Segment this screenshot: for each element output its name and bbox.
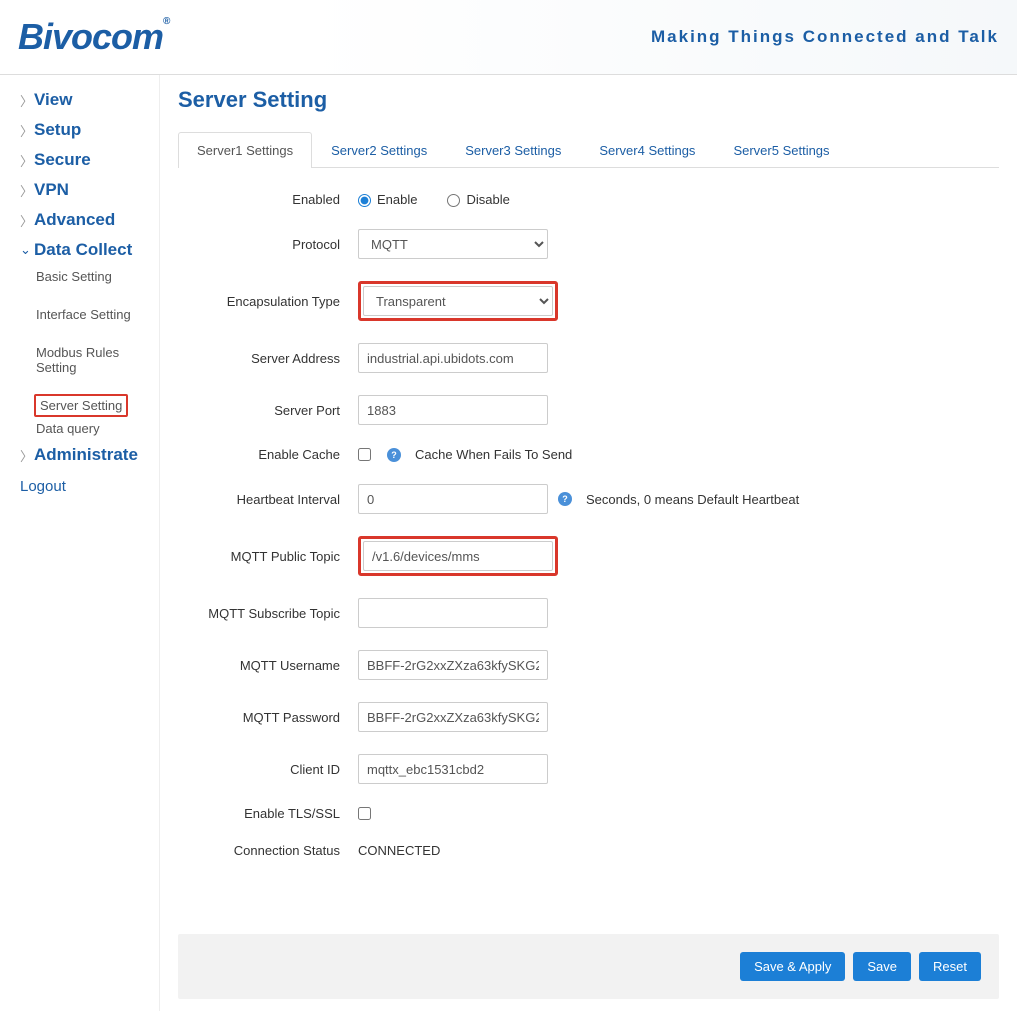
nav-label: Advanced <box>34 210 115 230</box>
nav-advanced[interactable]: 〉Advanced <box>20 205 159 235</box>
nav-label: VPN <box>34 180 69 200</box>
client-id-label: Client ID <box>178 762 358 777</box>
logout-link[interactable]: Logout <box>20 470 159 503</box>
heartbeat-label: Heartbeat Interval <box>178 492 358 507</box>
page-title: Server Setting <box>178 87 999 113</box>
nav-setup[interactable]: 〉Setup <box>20 115 159 145</box>
logo: Bivocom® <box>18 16 169 58</box>
nav-administrate[interactable]: 〉Administrate <box>20 440 159 470</box>
subnav-data-query[interactable]: Data query <box>34 417 159 440</box>
chevron-right-icon: 〉 <box>20 151 34 170</box>
cache-hint: Cache When Fails To Send <box>415 447 572 462</box>
server-addr-input[interactable] <box>358 343 548 373</box>
subnav: Basic Setting Interface Setting Modbus R… <box>20 265 159 440</box>
conn-status-value: CONNECTED <box>358 843 440 858</box>
encap-highlight: Transparent <box>358 281 558 321</box>
subnav-modbus-rules[interactable]: Modbus Rules Setting <box>34 341 159 379</box>
server-port-label: Server Port <box>178 403 358 418</box>
disable-radio[interactable] <box>447 194 460 207</box>
save-apply-button[interactable]: Save & Apply <box>740 952 845 981</box>
nav-data-collect[interactable]: ⌄Data Collect <box>20 235 159 265</box>
enabled-label: Enabled <box>178 192 358 207</box>
header: Bivocom® Making Things Connected and Tal… <box>0 0 1017 75</box>
mqtt-pub-input[interactable] <box>363 541 553 571</box>
tab-server3[interactable]: Server3 Settings <box>446 132 580 168</box>
chevron-down-icon: ⌄ <box>20 242 34 258</box>
enable-cache-checkbox[interactable] <box>358 448 371 461</box>
nav-label: Setup <box>34 120 81 140</box>
mqtt-user-input[interactable] <box>358 650 548 680</box>
disable-option[interactable]: Disable <box>447 192 509 207</box>
client-id-input[interactable] <box>358 754 548 784</box>
server-addr-label: Server Address <box>178 351 358 366</box>
chevron-right-icon: 〉 <box>20 211 34 230</box>
footer-bar: Save & Apply Save Reset <box>178 934 999 999</box>
nav-label: Data Collect <box>34 240 132 260</box>
help-icon[interactable]: ? <box>387 448 401 462</box>
enable-cache-label: Enable Cache <box>178 447 358 462</box>
tls-label: Enable TLS/SSL <box>178 806 358 821</box>
mqtt-pub-label: MQTT Public Topic <box>178 549 358 564</box>
tls-checkbox[interactable] <box>358 807 371 820</box>
nav-vpn[interactable]: 〉VPN <box>20 175 159 205</box>
nav-label: View <box>34 90 72 110</box>
conn-status-label: Connection Status <box>178 843 358 858</box>
heartbeat-hint: Seconds, 0 means Default Heartbeat <box>586 492 799 507</box>
mqtt-pass-input[interactable] <box>358 702 548 732</box>
tab-server4[interactable]: Server4 Settings <box>580 132 714 168</box>
mqtt-sub-input[interactable] <box>358 598 548 628</box>
nav-view[interactable]: 〉View <box>20 85 159 115</box>
chevron-right-icon: 〉 <box>20 121 34 140</box>
tabs: Server1 Settings Server2 Settings Server… <box>178 131 999 168</box>
enable-option[interactable]: Enable <box>358 192 417 207</box>
chevron-right-icon: 〉 <box>20 181 34 200</box>
mqtt-pass-label: MQTT Password <box>178 710 358 725</box>
subnav-basic-setting[interactable]: Basic Setting <box>34 265 159 288</box>
chevron-right-icon: 〉 <box>20 91 34 110</box>
tab-server5[interactable]: Server5 Settings <box>714 132 848 168</box>
help-icon[interactable]: ? <box>558 492 572 506</box>
main-content: Server Setting Server1 Settings Server2 … <box>160 75 1017 1011</box>
reset-button[interactable]: Reset <box>919 952 981 981</box>
mqtt-pub-highlight <box>358 536 558 576</box>
protocol-select[interactable]: MQTT <box>358 229 548 259</box>
nav-label: Administrate <box>34 445 138 465</box>
sidebar: 〉View 〉Setup 〉Secure 〉VPN 〉Advanced ⌄Dat… <box>0 75 160 1011</box>
subnav-server-setting[interactable]: Server Setting <box>34 394 128 417</box>
chevron-right-icon: 〉 <box>20 446 34 465</box>
tab-server1[interactable]: Server1 Settings <box>178 132 312 168</box>
subnav-interface-setting[interactable]: Interface Setting <box>34 303 159 326</box>
encap-label: Encapsulation Type <box>178 294 358 309</box>
save-button[interactable]: Save <box>853 952 911 981</box>
nav-label: Secure <box>34 150 91 170</box>
mqtt-user-label: MQTT Username <box>178 658 358 673</box>
encap-select[interactable]: Transparent <box>363 286 553 316</box>
heartbeat-input[interactable] <box>358 484 548 514</box>
tab-server2[interactable]: Server2 Settings <box>312 132 446 168</box>
form: Enabled Enable Disable Protocol MQTT Enc… <box>178 168 999 904</box>
enable-radio[interactable] <box>358 194 371 207</box>
protocol-label: Protocol <box>178 237 358 252</box>
nav-secure[interactable]: 〉Secure <box>20 145 159 175</box>
tagline: Making Things Connected and Talk <box>651 27 999 47</box>
server-port-input[interactable] <box>358 395 548 425</box>
mqtt-sub-label: MQTT Subscribe Topic <box>178 606 358 621</box>
